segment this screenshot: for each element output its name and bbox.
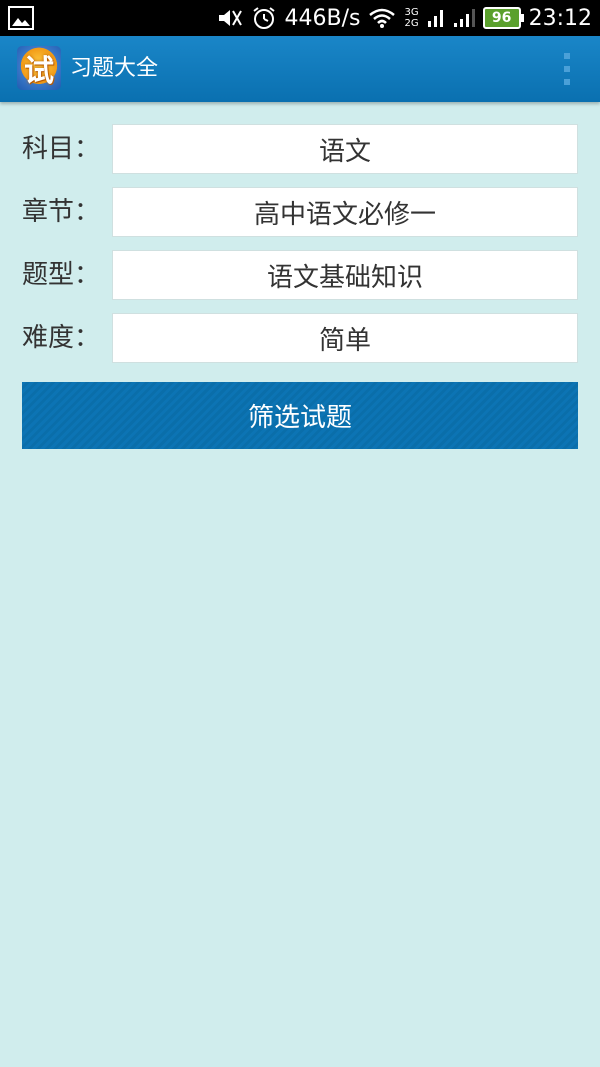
chapter-selector[interactable]: 高中语文必修一 — [112, 187, 578, 237]
app-bar: 试 习题大全 — [0, 36, 600, 102]
network-type-top: 3G — [404, 7, 419, 18]
network-type: 3G 2G — [404, 7, 418, 29]
subject-label: 科目： — [22, 134, 101, 164]
filter-questions-button[interactable]: 筛选试题 — [22, 382, 578, 449]
more-vertical-icon[interactable] — [562, 53, 572, 85]
cell-signal-icon — [453, 7, 475, 29]
chapter-row: 章节： 高中语文必修一 — [0, 187, 600, 237]
chapter-label: 章节： — [22, 197, 101, 227]
question-type-row: 题型： 语文基础知识 — [0, 250, 600, 300]
data-signal-icon — [427, 7, 445, 29]
battery-icon: 96 — [482, 7, 524, 29]
app-title: 习题大全 — [70, 56, 159, 81]
status-bar: 446B/s 3G 2G 96 23:12 — [0, 0, 600, 36]
subject-selector[interactable]: 语文 — [112, 124, 578, 174]
network-type-bottom: 2G — [404, 18, 419, 29]
mute-icon — [217, 7, 243, 29]
wifi-icon — [368, 7, 396, 29]
app-logo[interactable]: 试 — [17, 46, 61, 90]
network-speed: 446B/s — [284, 5, 361, 31]
gallery-notification-icon — [8, 6, 34, 34]
question-type-label: 题型： — [22, 260, 101, 290]
difficulty-row: 难度： 简单 — [0, 313, 600, 363]
subject-row: 科目： 语文 — [0, 124, 600, 174]
clock: 23:12 — [528, 5, 592, 31]
question-type-selector[interactable]: 语文基础知识 — [112, 250, 578, 300]
alarm-icon — [251, 5, 277, 31]
difficulty-label: 难度： — [22, 323, 101, 353]
difficulty-selector[interactable]: 简单 — [112, 313, 578, 363]
